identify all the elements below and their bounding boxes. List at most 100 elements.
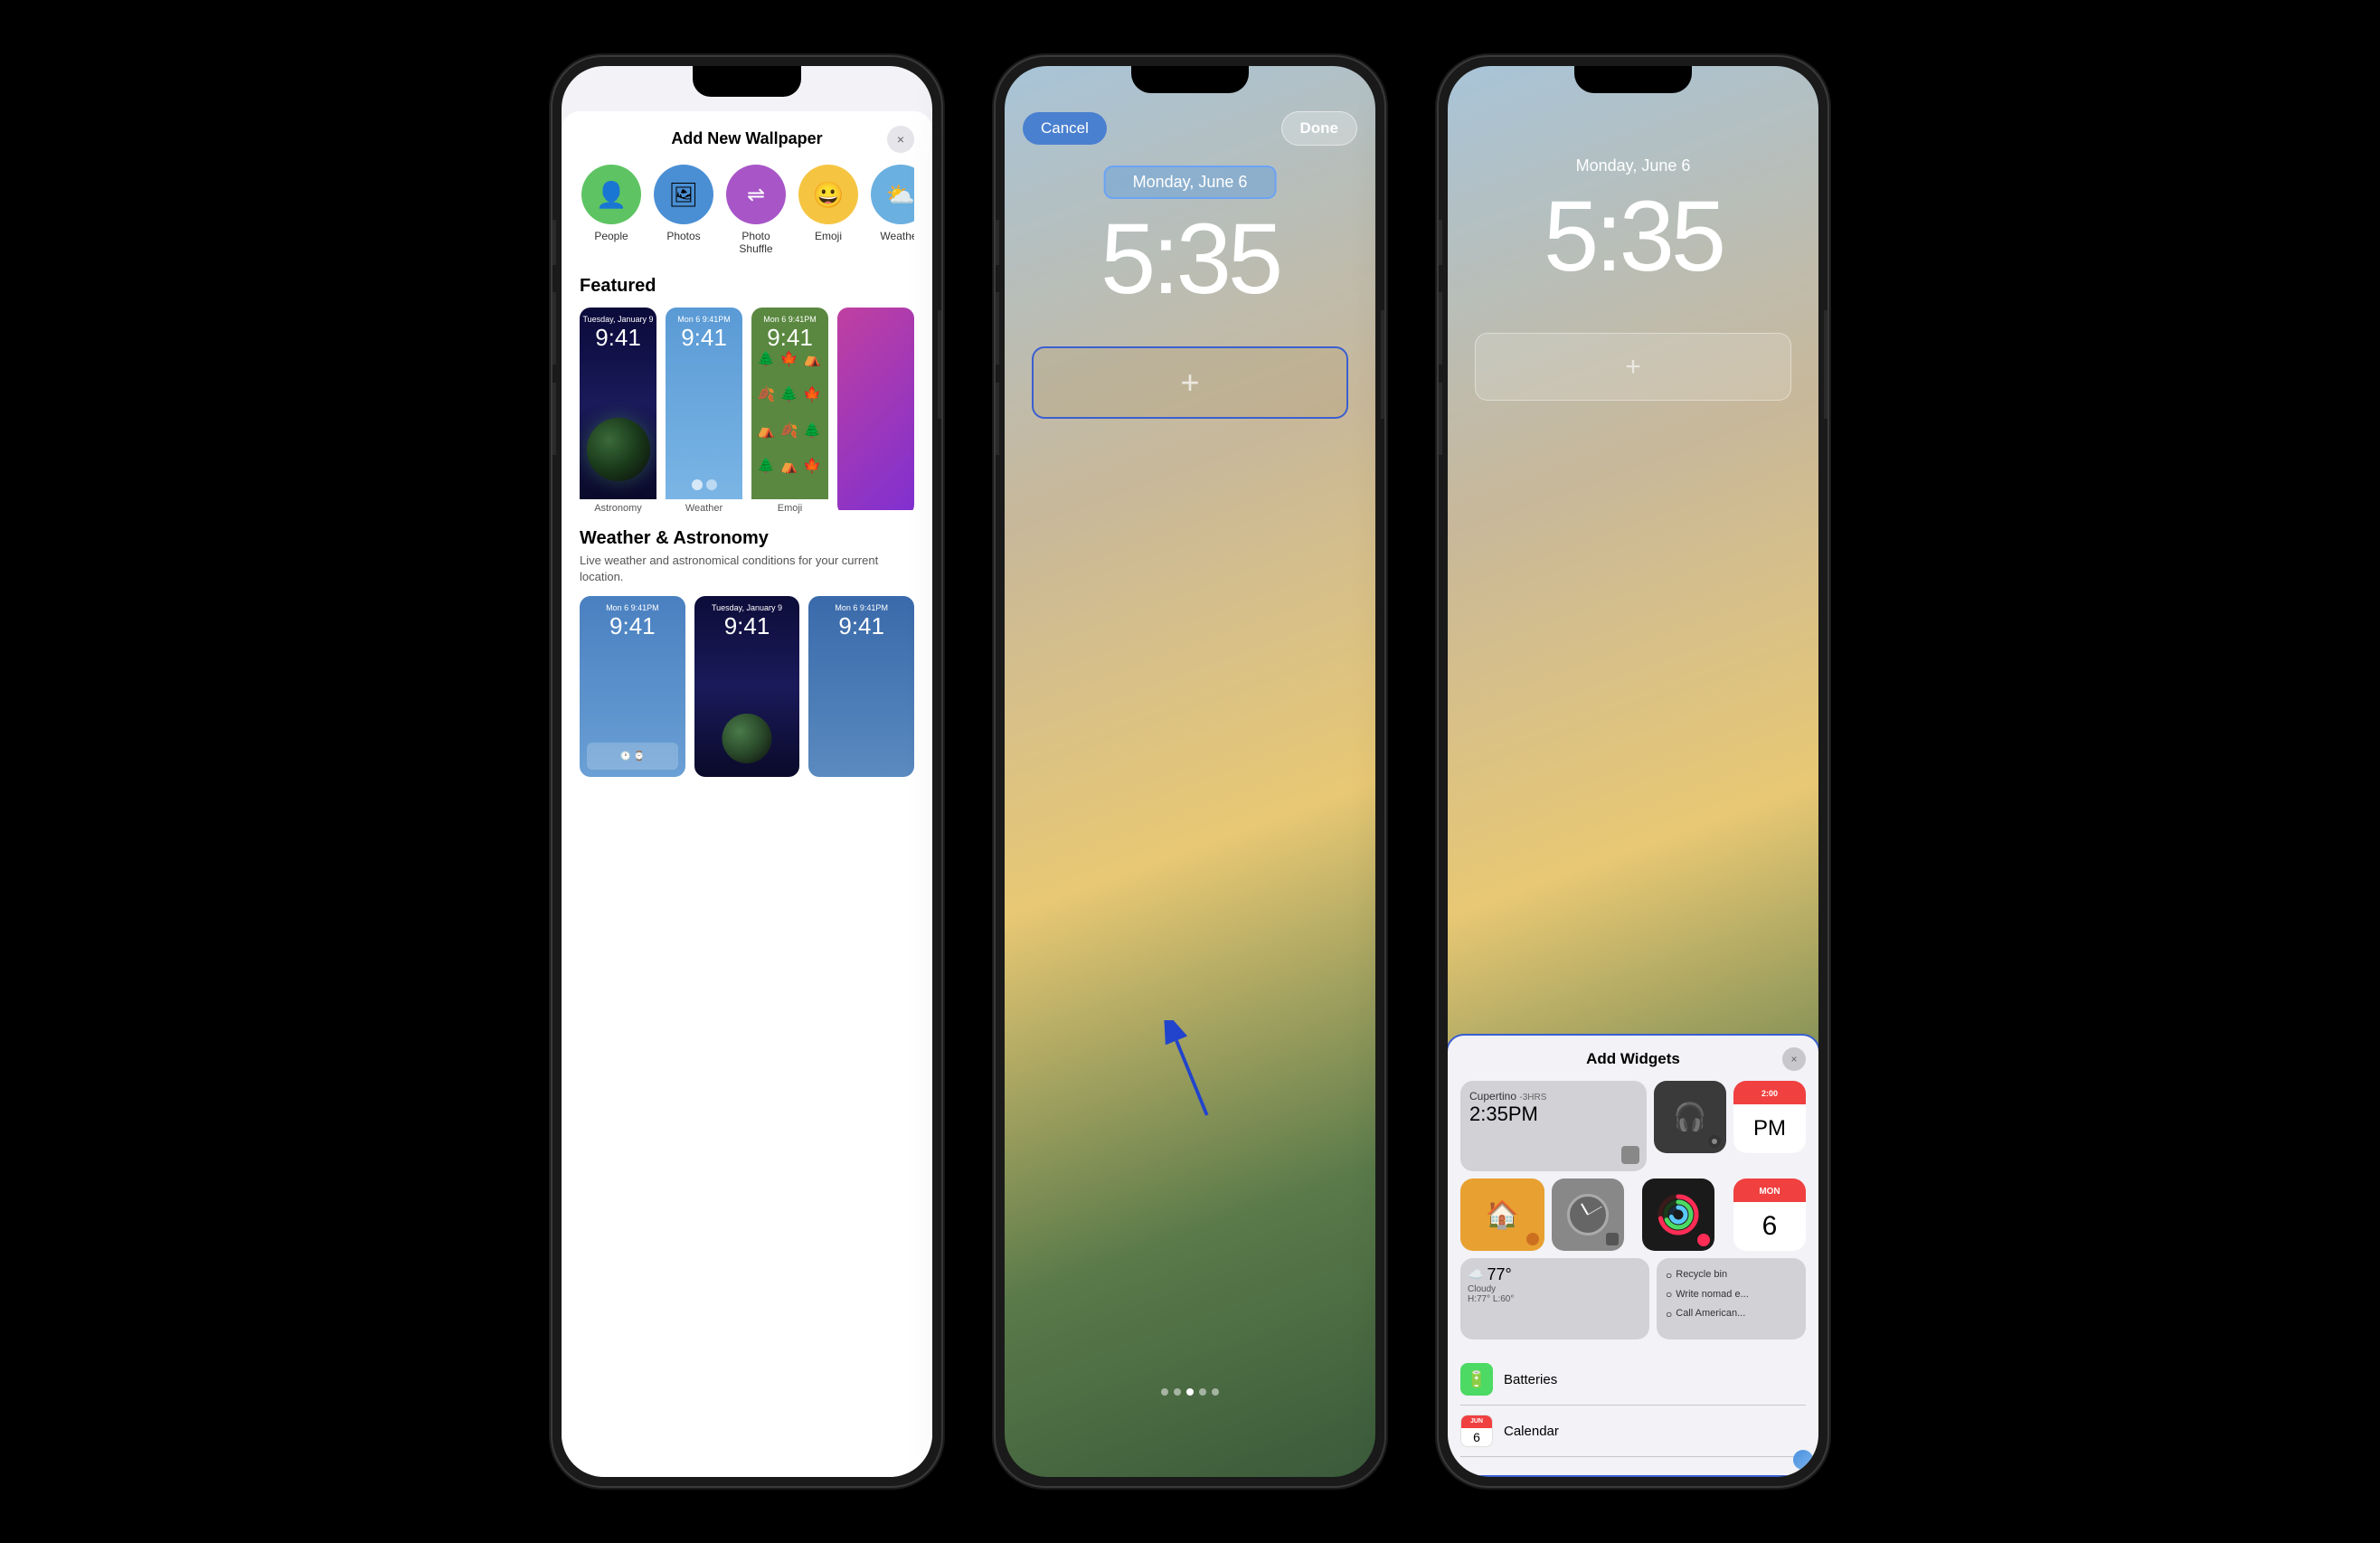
widgets-title: Add Widgets (1586, 1050, 1680, 1068)
wallpaper-type-photo-shuffle[interactable]: ⇌ Photo Shuffle (724, 165, 788, 256)
activity-badge (1697, 1234, 1710, 1246)
wallpaper-type-photos[interactable]: 🖼 Photos (652, 165, 715, 256)
reminders-widget[interactable]: ○ Recycle bin ○ Write nomad e... ○ Call … (1657, 1258, 1806, 1339)
phone2-notch (1131, 66, 1249, 93)
analog-clock (1567, 1194, 1609, 1235)
cal-mini-month: JUN (1470, 1418, 1483, 1425)
weather-astro-desc: Live weather and astronomical conditions… (580, 553, 914, 585)
cancel-button[interactable]: Cancel (1023, 112, 1107, 145)
phone2-power-button[interactable] (1381, 310, 1384, 419)
w1-time: 9:41 (609, 612, 656, 640)
wallpaper-type-list: 👤 People 🖼 Photos ⇌ Photo (580, 165, 914, 256)
calendar-app-name: Calendar (1504, 1424, 1559, 1439)
weather-label-bottom: Weather (666, 499, 742, 516)
phone3-volume-up[interactable] (1439, 292, 1442, 364)
phone3-power-button[interactable] (1824, 310, 1828, 419)
home-widget[interactable]: 🏠 (1460, 1179, 1544, 1251)
phone2-silent-switch[interactable] (996, 220, 999, 265)
people-icon: 👤 (596, 180, 628, 210)
sheet-title: Add New Wallpaper (671, 129, 822, 148)
wallpaper-type-weather[interactable]: ⛅ Weather (869, 165, 914, 256)
w2-date: Tuesday, January 9 (712, 603, 782, 612)
silent-switch[interactable] (552, 220, 556, 265)
dot-3 (1186, 1388, 1194, 1396)
weather-grid-3[interactable]: Mon 6 9:41PM 9:41 (808, 596, 914, 777)
widgets-close-button[interactable]: × (1782, 1047, 1806, 1071)
cal-mini-day: 6 (1473, 1430, 1480, 1444)
featured-extra[interactable] (837, 308, 914, 516)
astro-time-text: 9:41 (595, 324, 641, 352)
weather-grid-2[interactable]: Tuesday, January 9 9:41 (694, 596, 800, 777)
weather-astro-grid: Mon 6 9:41PM 9:41 🕐 ⌚ Tuesday, January 9… (580, 596, 914, 777)
phone3-volume-down[interactable] (1439, 383, 1442, 455)
phone2-background: Cancel Done Monday, June 6 5:35 + (1005, 66, 1375, 1477)
wallpaper-type-emoji[interactable]: 😀 Emoji (797, 165, 860, 256)
weather-grid-1[interactable]: Mon 6 9:41PM 9:41 🕐 ⌚ (580, 596, 685, 777)
arrow-svg (1154, 1020, 1226, 1129)
calendar-widget-row2[interactable]: MON 6 (1733, 1179, 1806, 1251)
emoji-label: Emoji (815, 230, 842, 242)
circle-icon-2: ○ (1666, 1288, 1672, 1301)
emoji-label-bottom: Emoji (751, 499, 828, 516)
lock-widget-area[interactable]: + (1032, 346, 1348, 419)
featured-grid: Tuesday, January 9 9:41 Astronomy Mon 6 … (580, 308, 914, 516)
dot-2 (1174, 1388, 1181, 1396)
weather-astro-heading: Weather & Astronomy (580, 528, 914, 549)
w3-date: Mon 6 9:41PM (835, 603, 888, 612)
astro2-preview: Tuesday, January 9 9:41 (694, 596, 800, 777)
cal2-day-name: MON (1759, 1187, 1780, 1197)
activity-widget[interactable] (1642, 1179, 1714, 1251)
reminder-1: Recycle bin (1676, 1267, 1727, 1283)
home-badge (1526, 1233, 1539, 1245)
power-button[interactable] (938, 310, 941, 419)
reminder-row-2: ○ Write nomad e... (1666, 1287, 1797, 1303)
weather-dot-2 (706, 479, 717, 490)
featured-astronomy[interactable]: Tuesday, January 9 9:41 Astronomy (580, 308, 656, 516)
w2-time: 9:41 (724, 612, 770, 640)
featured-heading: Featured (580, 276, 914, 297)
people-icon-circle: 👤 (581, 165, 641, 224)
astronomy-preview: Tuesday, January 9 9:41 (580, 308, 656, 499)
volume-up-button[interactable] (552, 292, 556, 364)
page-dots (1161, 1388, 1219, 1396)
phone2-volume-up[interactable] (996, 292, 999, 364)
weather-widget-time: 2:35PM (1469, 1103, 1638, 1126)
lock-date-pill: Monday, June 6 (1104, 166, 1277, 199)
weather-widget[interactable]: Cupertino -3HRS 2:35PM (1460, 1081, 1647, 1171)
phone-2: Cancel Done Monday, June 6 5:35 + (996, 57, 1384, 1486)
airpods-icon: 🎧 (1673, 1102, 1706, 1133)
done-button[interactable]: Done (1281, 111, 1358, 146)
wallpaper-type-people[interactable]: 👤 People (580, 165, 643, 256)
weather-label: Weather (880, 230, 914, 242)
photo-shuffle-icon-circle: ⇌ (726, 165, 786, 224)
astronomy-label: Astronomy (580, 499, 656, 516)
calendar-app-row[interactable]: JUN 6 Calendar (1460, 1406, 1806, 1457)
weather-hl: H:77° L:60° (1468, 1294, 1642, 1304)
batteries-app-row[interactable]: 🔋 Batteries (1460, 1354, 1806, 1406)
sheet-close-button[interactable]: × (887, 126, 914, 153)
emoji-icon-circle: 😀 (798, 165, 858, 224)
photos-icon: 🖼 (668, 181, 698, 209)
batteries-app-name: Batteries (1504, 1372, 1557, 1387)
cal2-header: MON (1733, 1179, 1806, 1202)
featured-emoji[interactable]: Mon 6 9:41PM 9:41 🌲🍁⛺ 🍂🌲🍁 ⛺🍂🌲 🌲⛺🍁 Emoji (751, 308, 828, 516)
featured-weather[interactable]: Mon 6 9:41PM 9:41 Weather (666, 308, 742, 516)
rings-svg (1658, 1194, 1699, 1235)
earth-mini (1793, 1450, 1813, 1470)
phone2-volume-down[interactable] (996, 383, 999, 455)
phone3-silent-switch[interactable] (1439, 220, 1442, 265)
emoji-scatter: 🌲🍁⛺ 🍂🌲🍁 ⛺🍂🌲 🌲⛺🍁 (751, 308, 828, 499)
calendar-day-number: PM (1753, 1116, 1786, 1141)
phone-3: Monday, June 6 5:35 + Add Widgets × (1439, 57, 1828, 1486)
airpods-widget[interactable]: 🎧 (1654, 1081, 1726, 1153)
cal2-body: 6 (1733, 1202, 1806, 1251)
phone3-widget-bar[interactable]: + (1475, 333, 1791, 401)
volume-down-button[interactable] (552, 383, 556, 455)
weather-77-widget[interactable]: ☁️ 77° Cloudy H:77° L:60° (1460, 1258, 1649, 1339)
calendar-widget-top[interactable]: 2:00 PM (1733, 1081, 1806, 1153)
phone3-background: Monday, June 6 5:35 + Add Widgets × (1448, 66, 1818, 1477)
reminder-2: Write nomad e... (1676, 1287, 1749, 1303)
weather-mini-time: 9:41 (681, 324, 727, 352)
w1-date: Mon 6 9:41PM (606, 603, 659, 612)
clock-widget[interactable] (1552, 1179, 1624, 1251)
